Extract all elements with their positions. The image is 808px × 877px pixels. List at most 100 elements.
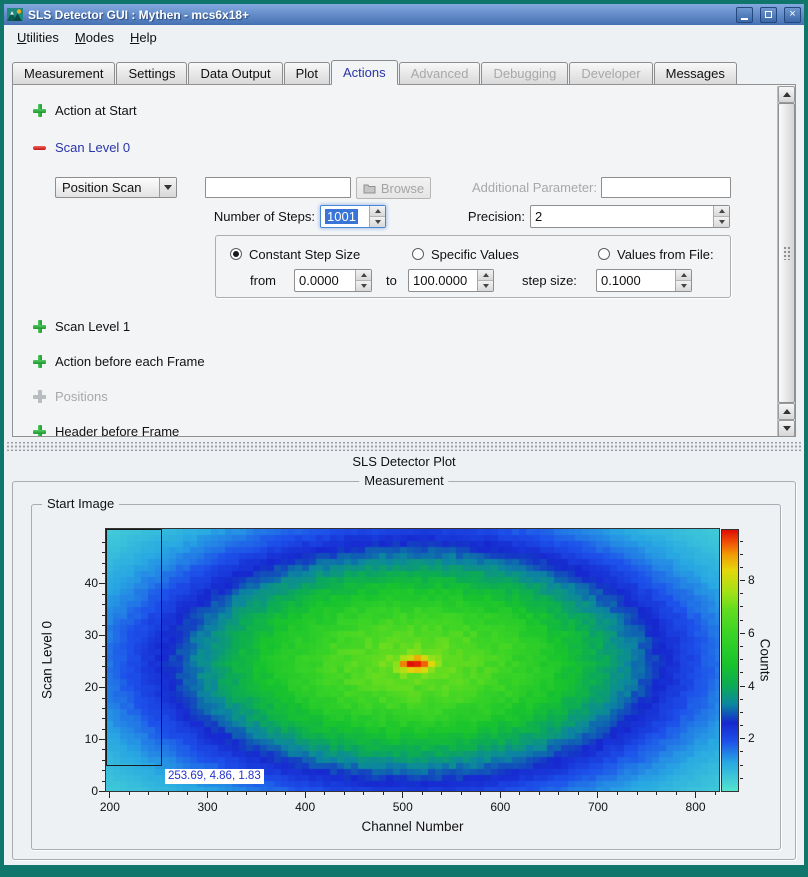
- tab-actions[interactable]: Actions: [331, 60, 398, 85]
- expand-plus-icon[interactable]: [33, 104, 46, 117]
- step-size-spinbox[interactable]: 0.1000: [596, 269, 692, 292]
- spin-down-icon[interactable]: [478, 280, 493, 291]
- radio-dot-checked[interactable]: [230, 248, 242, 260]
- spin-down-icon[interactable]: [714, 216, 729, 227]
- action-at-start-row[interactable]: Action at Start: [33, 103, 137, 117]
- spin-up-icon[interactable]: [676, 270, 691, 280]
- row-label: Action at Start: [55, 103, 137, 118]
- x-tick: [695, 792, 696, 798]
- steps-label: Number of Steps:: [181, 209, 315, 225]
- positions-row[interactable]: Positions: [33, 389, 108, 403]
- x-minor-tick: [227, 792, 228, 795]
- expand-plus-icon[interactable]: [33, 425, 46, 438]
- tab-measurement[interactable]: Measurement: [12, 62, 115, 84]
- scroll-up-button[interactable]: [778, 86, 795, 103]
- tab-advanced[interactable]: Advanced: [399, 62, 481, 84]
- y-minor-tick: [102, 749, 105, 750]
- spin-up-icon[interactable]: [370, 206, 385, 216]
- spin-down-icon[interactable]: [676, 280, 691, 291]
- y-minor-tick: [102, 615, 105, 616]
- colorbar-minor-tick: [740, 765, 743, 766]
- scroll-down-button[interactable]: [778, 420, 795, 437]
- menu-help[interactable]: Help: [123, 27, 164, 48]
- menu-utilities[interactable]: Utilities: [10, 27, 66, 48]
- spin-down-icon[interactable]: [370, 216, 385, 227]
- actions-panel: Action at Start Scan Level 0 Position Sc…: [12, 84, 796, 437]
- row-label: Action before each Frame: [55, 354, 205, 369]
- spin-buttons[interactable]: [477, 270, 493, 291]
- x-minor-tick: [187, 792, 188, 795]
- radio-specific-values[interactable]: Specific Values: [412, 246, 519, 262]
- to-spinbox[interactable]: 100.0000: [408, 269, 494, 292]
- folder-icon: [363, 183, 376, 194]
- to-value: 100.0000: [409, 270, 477, 291]
- x-tick-label: 800: [676, 800, 716, 814]
- header-before-frame-row[interactable]: Header before Frame: [33, 424, 179, 437]
- radio-label: Specific Values: [431, 247, 519, 262]
- scan-mode-select[interactable]: Position Scan: [55, 177, 177, 198]
- close-button[interactable]: ×: [784, 7, 801, 23]
- tab-plot[interactable]: Plot: [284, 62, 330, 84]
- colorbar-minor-tick: [740, 567, 743, 568]
- app-window: SLS Detector GUI : Mythen - mcs6x18+ × U…: [0, 0, 808, 877]
- x-minor-tick: [558, 792, 559, 795]
- step-mode-groupbox: Constant Step Size Specific Values Value…: [215, 235, 731, 298]
- radio-constant-step-size[interactable]: Constant Step Size: [230, 246, 360, 262]
- vertical-scrollbar[interactable]: [777, 86, 794, 437]
- splitter-handle[interactable]: [7, 442, 801, 451]
- y-minor-tick: [102, 666, 105, 667]
- spin-buttons[interactable]: [369, 206, 385, 227]
- colorbar-minor-tick: [740, 751, 743, 752]
- colorbar-tick-label: 6: [748, 626, 774, 640]
- radio-dot[interactable]: [598, 248, 610, 260]
- expand-plus-icon-disabled: [33, 390, 46, 403]
- x-minor-tick: [539, 792, 540, 795]
- colorbar-tick: [740, 580, 745, 581]
- tab-data-output[interactable]: Data Output: [188, 62, 282, 84]
- titlebar[interactable]: SLS Detector GUI : Mythen - mcs6x18+ ×: [4, 4, 804, 25]
- steps-spinbox[interactable]: 1001: [320, 205, 386, 228]
- from-spinbox[interactable]: 0.0000: [294, 269, 372, 292]
- tab-developer[interactable]: Developer: [569, 62, 652, 84]
- heatmap-canvas[interactable]: [105, 528, 720, 792]
- x-minor-tick: [715, 792, 716, 795]
- maximize-button[interactable]: [760, 7, 777, 23]
- scan-script-input[interactable]: [205, 177, 351, 198]
- x-tick-label: 700: [578, 800, 618, 814]
- spin-buttons[interactable]: [355, 270, 371, 291]
- spin-up-icon[interactable]: [478, 270, 493, 280]
- scan-level-0-row[interactable]: Scan Level 0: [33, 140, 130, 154]
- y-minor-tick: [102, 573, 105, 574]
- minimize-button[interactable]: [736, 7, 753, 23]
- measurement-group-title: Measurement: [359, 473, 448, 488]
- spin-up-icon[interactable]: [356, 270, 371, 280]
- tab-debugging[interactable]: Debugging: [481, 62, 568, 84]
- radio-dot[interactable]: [412, 248, 424, 260]
- additional-parameter-input[interactable]: [601, 177, 731, 198]
- colorbar-minor-tick: [740, 778, 743, 779]
- tab-messages[interactable]: Messages: [654, 62, 737, 84]
- additional-parameter-label: Additional Parameter:: [465, 180, 597, 196]
- plot-area[interactable]: Channel Number Scan Level 0 Counts 253.6…: [32, 505, 780, 849]
- spin-buttons[interactable]: [675, 270, 691, 291]
- spin-buttons[interactable]: [713, 206, 729, 227]
- y-tick: [99, 791, 105, 792]
- menu-modes[interactable]: Modes: [68, 27, 121, 48]
- expand-plus-icon[interactable]: [33, 355, 46, 368]
- scroll-up-button-2[interactable]: [778, 403, 795, 420]
- spin-up-icon[interactable]: [714, 206, 729, 216]
- x-tick-label: 600: [480, 800, 520, 814]
- precision-value: 2: [531, 206, 713, 227]
- action-before-frame-row[interactable]: Action before each Frame: [33, 354, 205, 368]
- precision-spinbox[interactable]: 2: [530, 205, 730, 228]
- radio-values-from-file[interactable]: Values from File:: [598, 246, 714, 262]
- x-minor-tick: [363, 792, 364, 795]
- scan-level-1-row[interactable]: Scan Level 1: [33, 319, 130, 333]
- expand-plus-icon[interactable]: [33, 320, 46, 333]
- scrollbar-thumb[interactable]: [778, 103, 795, 403]
- tab-settings[interactable]: Settings: [116, 62, 187, 84]
- browse-button[interactable]: Browse: [356, 177, 431, 199]
- collapse-minus-icon[interactable]: [33, 141, 46, 154]
- spin-down-icon[interactable]: [356, 280, 371, 291]
- y-tick: [99, 687, 105, 688]
